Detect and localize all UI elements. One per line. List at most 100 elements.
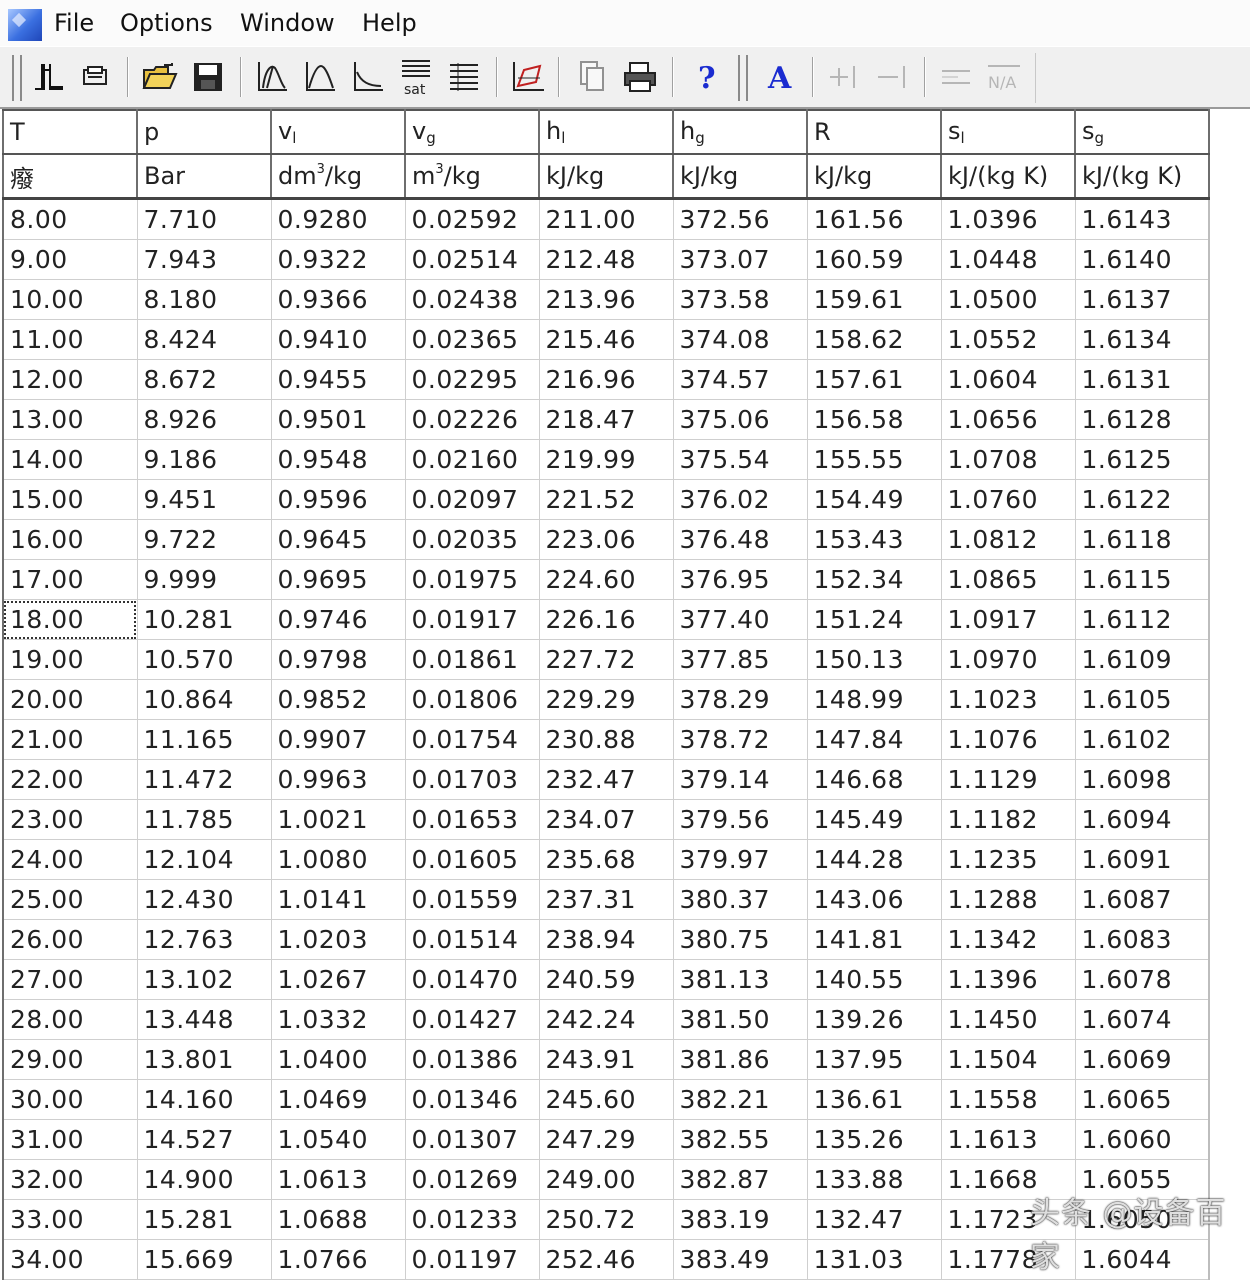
table-cell[interactable]: 141.81 [807,919,942,960]
table-cell[interactable]: 1.1558 [941,1079,1076,1120]
table-cell[interactable]: 1.0021 [271,799,406,840]
align-icon[interactable] [934,55,978,99]
table-cell[interactable]: 1.0400 [271,1039,406,1080]
table-cell[interactable]: 13.102 [137,959,272,1000]
menu-file[interactable]: File [54,7,94,39]
table-cell[interactable]: 1.6134 [1075,319,1210,360]
table-cell[interactable]: 0.02097 [405,479,540,520]
table-cell[interactable]: 0.02365 [405,319,540,360]
column-header[interactable]: hg [673,109,808,155]
table-cell[interactable]: 0.01917 [405,599,540,640]
table-cell[interactable]: 0.01386 [405,1039,540,1080]
table-cell[interactable]: 160.59 [807,239,942,280]
table-cell[interactable]: 0.9410 [271,319,406,360]
table-cell[interactable]: 9.451 [137,479,272,520]
table-cell[interactable]: 379.56 [673,799,808,840]
table-cell[interactable]: 26.00 [2,919,138,960]
table-cell[interactable]: 145.49 [807,799,942,840]
table-cell[interactable]: 0.02226 [405,399,540,440]
table-cell[interactable]: 377.85 [673,639,808,680]
refrigerant-select-icon[interactable] [28,55,72,99]
table-cell[interactable]: 23.00 [2,799,138,840]
table-cell[interactable]: 249.00 [539,1159,674,1200]
table-cell[interactable]: 12.430 [137,879,272,920]
column-header[interactable]: vl [271,109,406,155]
table-cell[interactable]: 11.785 [137,799,272,840]
table-cell[interactable]: 1.1504 [941,1039,1076,1080]
column-header[interactable]: R [807,109,942,155]
table-cell[interactable]: 11.165 [137,719,272,760]
table-cell[interactable]: 375.06 [673,399,808,440]
table-cell[interactable]: 7.943 [137,239,272,280]
table-cell[interactable]: 376.95 [673,559,808,600]
table-cell[interactable]: 0.01559 [405,879,540,920]
table-cell[interactable]: 378.29 [673,679,808,720]
table-cell[interactable]: 136.61 [807,1079,942,1120]
table-cell[interactable]: 27.00 [2,959,138,1000]
table-cell[interactable]: 1.1182 [941,799,1076,840]
table-cell[interactable]: 245.60 [539,1079,674,1120]
table-cell[interactable]: 230.88 [539,719,674,760]
table-cell[interactable]: 374.57 [673,359,808,400]
cycle-diagram-icon[interactable] [506,55,550,99]
table-cell[interactable]: 1.1288 [941,879,1076,920]
table-cell[interactable]: 238.94 [539,919,674,960]
table-cell[interactable]: 1.0604 [941,359,1076,400]
table-cell[interactable]: 1.0080 [271,839,406,880]
table-cell[interactable]: 154.49 [807,479,942,520]
table-cell[interactable]: 1.6122 [1075,479,1210,520]
table-cell[interactable]: 0.01605 [405,839,540,880]
table-cell[interactable]: 0.01197 [405,1239,540,1280]
table-cell[interactable]: 1.6102 [1075,719,1210,760]
table-cell[interactable]: 1.6131 [1075,359,1210,400]
copy-icon[interactable] [570,55,614,99]
table-cell[interactable]: 8.926 [137,399,272,440]
table-cell[interactable]: 1.6065 [1075,1079,1210,1120]
help-icon[interactable]: ? [684,55,728,99]
table-cell[interactable]: 9.186 [137,439,272,480]
table-cell[interactable]: 0.02514 [405,239,540,280]
table-cell[interactable]: 18.00 [2,599,138,640]
table-cell[interactable]: 8.672 [137,359,272,400]
table-cell[interactable]: 161.56 [807,198,942,240]
table-cell[interactable]: 153.43 [807,519,942,560]
table-cell[interactable]: 1.6105 [1075,679,1210,720]
table-cell[interactable]: 0.02592 [405,198,540,240]
table-cell[interactable]: 1.0708 [941,439,1076,480]
menu-help[interactable]: Help [362,7,417,39]
table-cell[interactable]: 382.21 [673,1079,808,1120]
table-cell[interactable]: 148.99 [807,679,942,720]
table-cell[interactable]: 0.01269 [405,1159,540,1200]
table-cell[interactable]: 14.900 [137,1159,272,1200]
column-header[interactable]: p [137,109,272,155]
table-cell[interactable]: 240.59 [539,959,674,1000]
table-cell[interactable]: 29.00 [2,1039,138,1080]
table-cell[interactable]: 144.28 [807,839,942,880]
table-cell[interactable]: 0.02438 [405,279,540,320]
table-cell[interactable]: 155.55 [807,439,942,480]
table-cell[interactable]: 1.6140 [1075,239,1210,280]
table-cell[interactable]: 14.00 [2,439,138,480]
table-cell[interactable]: 1.0332 [271,999,406,1040]
table-cell[interactable]: 143.06 [807,879,942,920]
table-cell[interactable]: 25.00 [2,879,138,920]
table-cell[interactable]: 0.02295 [405,359,540,400]
table-cell[interactable]: 131.03 [807,1239,942,1280]
table-cell[interactable]: 9.999 [137,559,272,600]
table-cell[interactable]: 1.1129 [941,759,1076,800]
table-cell[interactable]: 28.00 [2,999,138,1040]
table-cell[interactable]: 0.01427 [405,999,540,1040]
table-cell[interactable]: 7.710 [137,198,272,240]
table-cell[interactable]: 22.00 [2,759,138,800]
table-cell[interactable]: 1.6060 [1075,1119,1210,1160]
table-cell[interactable]: 243.91 [539,1039,674,1080]
table-cell[interactable]: 216.96 [539,359,674,400]
table-cell[interactable]: 135.26 [807,1119,942,1160]
table-cell[interactable]: 232.47 [539,759,674,800]
table-cell[interactable]: 1.1450 [941,999,1076,1040]
saturation-table-icon[interactable]: sat [394,55,438,99]
menu-options[interactable]: Options [120,7,213,39]
table-cell[interactable]: 373.07 [673,239,808,280]
table-cell[interactable]: 10.570 [137,639,272,680]
table-cell[interactable]: 1.1342 [941,919,1076,960]
